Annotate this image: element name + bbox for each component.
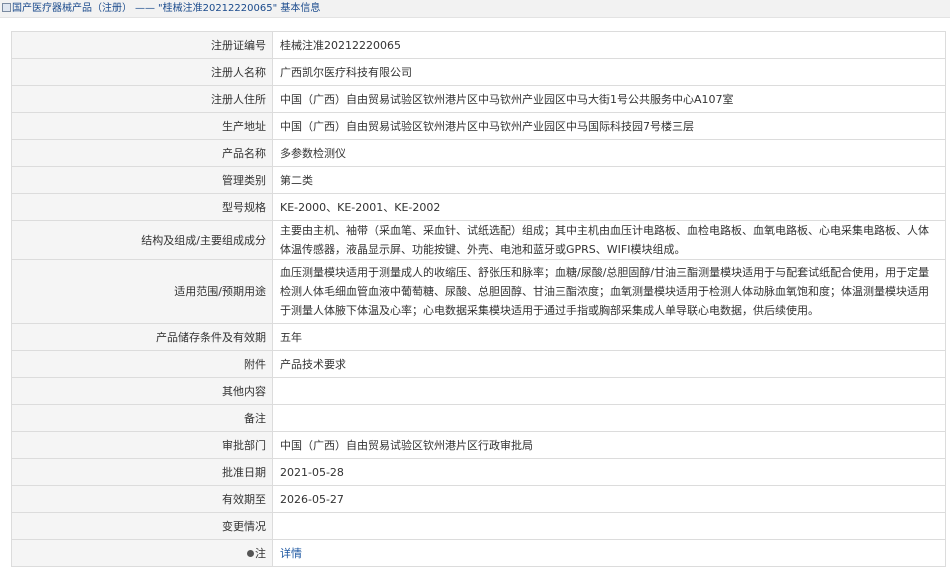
detail-link[interactable]: 详情 <box>280 547 302 560</box>
table-row: 备注 <box>11 404 946 432</box>
row-label: 审批部门 <box>11 431 273 459</box>
row-label: 产品名称 <box>11 139 273 167</box>
row-label: 附件 <box>11 350 273 378</box>
row-label: 有效期至 <box>11 485 273 513</box>
row-label: 备注 <box>11 404 273 432</box>
table-row: 注册人名称 广西凯尔医疗科技有限公司 <box>11 58 946 86</box>
table-row: 附件 产品技术要求 <box>11 350 946 378</box>
table-row: 批准日期 2021-05-28 <box>11 458 946 486</box>
table-row: 生产地址 中国（广西）自由贸易试验区钦州港片区中马钦州产业园区中马国际科技园7号… <box>11 112 946 140</box>
row-label: 结构及组成/主要组成成分 <box>11 220 273 260</box>
row-label: 生产地址 <box>11 112 273 140</box>
row-value: 中国（广西）自由贸易试验区钦州港片区行政审批局 <box>272 431 946 459</box>
row-value: 2026-05-27 <box>272 485 946 513</box>
table-row: 管理类别 第二类 <box>11 166 946 194</box>
table-row: 审批部门 中国（广西）自由贸易试验区钦州港片区行政审批局 <box>11 431 946 459</box>
row-value: 血压测量模块适用于测量成人的收缩压、舒张压和脉率；血糖/尿酸/总胆固醇/甘油三酯… <box>272 259 946 324</box>
table-row: 适用范围/预期用途 血压测量模块适用于测量成人的收缩压、舒张压和脉率；血糖/尿酸… <box>11 259 946 324</box>
row-label: 其他内容 <box>11 377 273 405</box>
breadcrumb-root-link[interactable]: 国产医疗器械产品（注册） <box>12 3 132 14</box>
row-label: 产品储存条件及有效期 <box>11 323 273 351</box>
note-icon <box>247 549 254 557</box>
document-icon <box>2 3 11 12</box>
row-value: 广西凯尔医疗科技有限公司 <box>272 58 946 86</box>
row-label: 变更情况 <box>11 512 273 540</box>
table-row: 注册人住所 中国（广西）自由贸易试验区钦州港片区中马钦州产业园区中马大街1号公共… <box>11 85 946 113</box>
table-row: 其他内容 <box>11 377 946 405</box>
note-label-cell: 注 <box>11 539 273 567</box>
row-label: 注册证编号 <box>11 31 273 59</box>
table-row: 注 详情 <box>11 539 946 567</box>
row-value <box>272 404 946 432</box>
row-label: 注册人名称 <box>11 58 273 86</box>
row-label: 批准日期 <box>11 458 273 486</box>
row-value <box>272 512 946 540</box>
table-row: 有效期至 2026-05-27 <box>11 485 946 513</box>
table-row: 产品名称 多参数检测仪 <box>11 139 946 167</box>
row-value: 2021-05-28 <box>272 458 946 486</box>
row-label: 型号规格 <box>11 193 273 221</box>
table-row: 结构及组成/主要组成成分 主要由主机、袖带（采血笔、采血针、试纸选配）组成；其中… <box>11 220 946 260</box>
breadcrumb-current: "桂械注准20212220065" 基本信息 <box>158 3 321 14</box>
row-label: 注册人住所 <box>11 85 273 113</box>
breadcrumb-separator: —— <box>135 3 155 14</box>
table-row: 变更情况 <box>11 512 946 540</box>
registration-info-table: 注册证编号 桂械注准20212220065 注册人名称 广西凯尔医疗科技有限公司… <box>11 31 946 567</box>
row-value: 桂械注准20212220065 <box>272 31 946 59</box>
row-value: KE-2000、KE-2001、KE-2002 <box>272 193 946 221</box>
row-label: 管理类别 <box>11 166 273 194</box>
row-value: 产品技术要求 <box>272 350 946 378</box>
row-value <box>272 377 946 405</box>
row-value: 中国（广西）自由贸易试验区钦州港片区中马钦州产业园区中马国际科技园7号楼三层 <box>272 112 946 140</box>
row-label: 适用范围/预期用途 <box>11 259 273 324</box>
table-row: 产品储存条件及有效期 五年 <box>11 323 946 351</box>
row-value: 五年 <box>272 323 946 351</box>
table-row: 型号规格 KE-2000、KE-2001、KE-2002 <box>11 193 946 221</box>
breadcrumb: 国产医疗器械产品（注册） —— "桂械注准20212220065" 基本信息 <box>0 0 950 18</box>
table-row: 注册证编号 桂械注准20212220065 <box>11 31 946 59</box>
row-value: 中国（广西）自由贸易试验区钦州港片区中马钦州产业园区中马大街1号公共服务中心A1… <box>272 85 946 113</box>
row-value: 详情 <box>272 539 946 567</box>
row-value: 第二类 <box>272 166 946 194</box>
row-label: 注 <box>255 546 266 560</box>
row-value: 主要由主机、袖带（采血笔、采血针、试纸选配）组成；其中主机由血压计电路板、血检电… <box>272 220 946 260</box>
row-value: 多参数检测仪 <box>272 139 946 167</box>
